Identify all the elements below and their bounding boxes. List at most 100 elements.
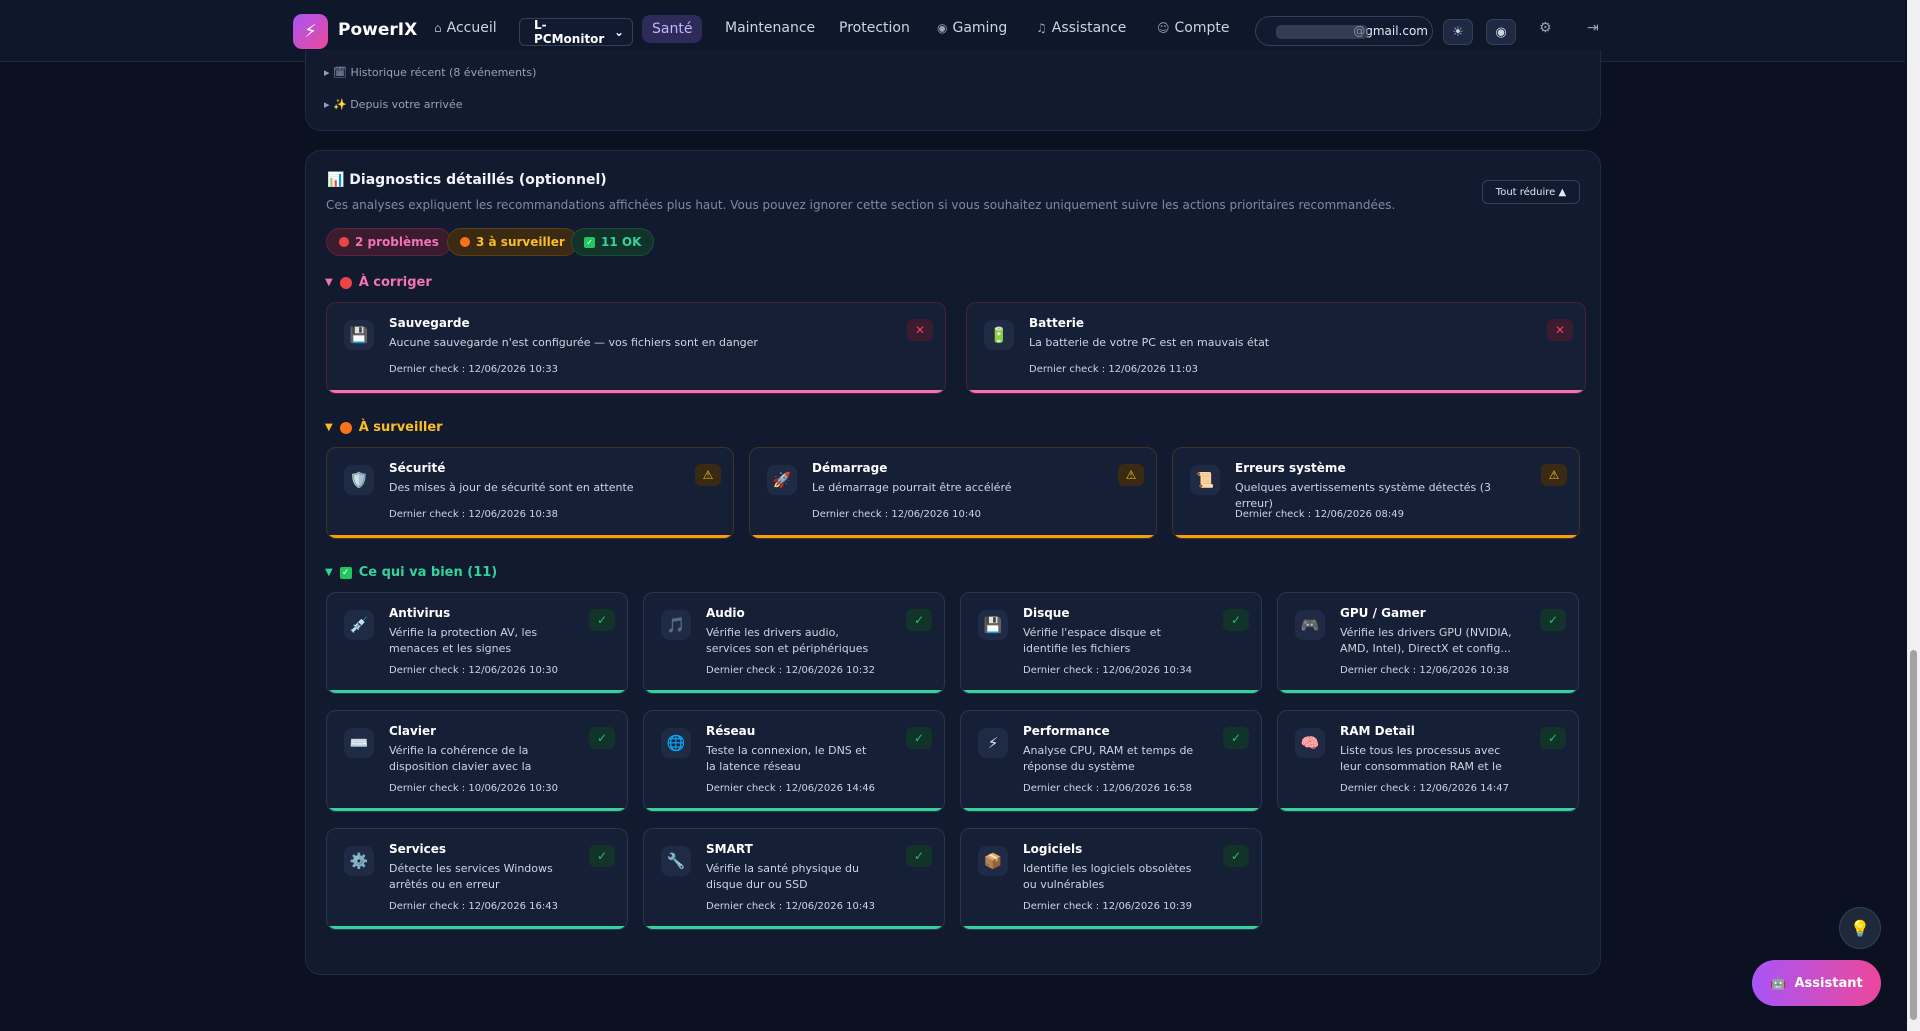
caret-down-icon: ▼ (325, 277, 333, 288)
nav-assistance[interactable]: ♫ Assistance (1036, 20, 1126, 36)
diagnostics-title: 📊 Diagnostics détaillés (optionnel) (327, 172, 607, 188)
nav-sante[interactable]: Santé (642, 15, 703, 43)
card-title: Démarrage (812, 461, 888, 475)
eye-icon[interactable]: ◉ (1486, 19, 1516, 45)
ok-card[interactable]: 🎮 GPU / Gamer Vérifie les drivers GPU (NVI… (1277, 592, 1579, 694)
nav-protection[interactable]: Protection (839, 20, 910, 36)
section-watch-header[interactable]: ▼ À surveiller (325, 420, 443, 435)
card-last-check: Dernier check : 12/06/2026 16:58 (1023, 783, 1192, 794)
card-icon: ⚙️ (344, 846, 374, 876)
assistant-button[interactable]: 🤖 Assistant (1752, 960, 1881, 1006)
warning-icon[interactable]: ⚠ (1541, 464, 1567, 486)
ok-card[interactable]: ⌨️ Clavier Vérifie la cohérence de la disp… (326, 710, 628, 812)
watch-pill[interactable]: 3 à surveiller (447, 228, 578, 256)
check-icon[interactable]: ✓ (589, 845, 615, 867)
watch-card[interactable]: 📜 Erreurs système Quelques avertissements … (1172, 447, 1580, 539)
collapse-all-button[interactable]: Tout réduire ▲ (1482, 180, 1580, 204)
check-icon[interactable]: ✓ (906, 845, 932, 867)
card-last-check: Dernier check : 10/06/2026 10:30 (389, 783, 558, 794)
problems-pill[interactable]: 2 problèmes (326, 228, 452, 256)
ok-card[interactable]: 📦 Logiciels Identifie les logiciels obsolè… (960, 828, 1262, 930)
ok-card[interactable]: 🎵 Audio Vérifie les drivers audio, service… (643, 592, 945, 694)
card-last-check: Dernier check : 12/06/2026 14:47 (1340, 783, 1509, 794)
theme-toggle-sun-icon[interactable]: ☀ (1443, 19, 1473, 45)
ok-card[interactable]: ⚙️ Services Détecte les services Windows a… (326, 828, 628, 930)
ok-card[interactable]: 🧠 RAM Detail Liste tous les processus avec… (1277, 710, 1579, 812)
logout-icon[interactable]: ⇥ (1587, 20, 1599, 36)
pill-label: 3 à surveiller (476, 235, 565, 249)
card-description: Liste tous les processus avec leur conso… (1340, 744, 1502, 777)
brand-name[interactable]: PowerIX (338, 20, 417, 40)
ok-card[interactable]: 💉 Antivirus Vérifie la protection AV, les … (326, 592, 628, 694)
check-icon[interactable]: ✓ (1540, 727, 1566, 749)
watch-card[interactable]: 🚀 Démarrage Le démarrage pourrait être acc… (749, 447, 1157, 539)
section-ok-header[interactable]: ▼ ✓ Ce qui va bien (11) (325, 565, 497, 580)
card-icon: 🎮 (1295, 610, 1325, 640)
card-title: Sécurité (389, 461, 446, 475)
nav-gaming[interactable]: ◉ Gaming (937, 20, 1007, 36)
history-panel (305, 50, 1601, 131)
check-icon[interactable]: ✓ (589, 609, 615, 631)
check-icon[interactable]: ✓ (906, 609, 932, 631)
close-icon[interactable]: ✕ (1547, 319, 1573, 341)
card-last-check: Dernier check : 12/06/2026 10:34 (1023, 665, 1192, 676)
card-description: Vérifie l'espace disque et identifie les… (1023, 626, 1161, 659)
section-label: À corriger (358, 275, 432, 290)
card-icon: 📜 (1190, 465, 1220, 495)
status-bar (644, 690, 944, 693)
check-icon[interactable]: ✓ (1223, 727, 1249, 749)
card-icon: 💾 (344, 320, 374, 350)
card-last-check: Dernier check : 12/06/2026 11:03 (1029, 364, 1198, 375)
close-icon[interactable]: ✕ (907, 319, 933, 341)
email-redaction (1276, 25, 1368, 39)
ok-pill[interactable]: ✓ 11 OK (571, 228, 655, 256)
warning-icon[interactable]: ⚠ (695, 464, 721, 486)
red-dot-icon (339, 276, 352, 289)
card-last-check: Dernier check : 12/06/2026 10:38 (389, 509, 558, 520)
device-select[interactable]: L-PCMonitor ⌄ (519, 18, 633, 46)
check-icon[interactable]: ✓ (1223, 609, 1249, 631)
red-dot-icon (339, 237, 349, 247)
check-icon[interactable]: ✓ (1223, 845, 1249, 867)
ok-card[interactable]: 🔧 SMART Vérifie la santé physique du disqu… (643, 828, 945, 930)
nav-compte[interactable]: ☺ Compte (1157, 20, 1229, 36)
card-title: Erreurs système (1235, 461, 1346, 475)
card-last-check: Dernier check : 12/06/2026 10:33 (389, 364, 558, 375)
ok-card[interactable]: 🌐 Réseau Teste la connexion, le DNS et la … (643, 710, 945, 812)
warning-icon[interactable]: ⚠ (1118, 464, 1144, 486)
caret-down-icon: ▼ (325, 567, 333, 578)
card-description: Quelques avertissements système détectés… (1235, 481, 1492, 510)
ok-card[interactable]: ⚡ Performance Analyse CPU, RAM et temps de… (960, 710, 1262, 812)
card-description: Vérifie les drivers GPU (NVIDIA, AMD, In… (1340, 626, 1512, 655)
account-email[interactable]: @gmail.com (1255, 16, 1433, 46)
check-icon[interactable]: ✓ (906, 727, 932, 749)
status-bar (967, 390, 1585, 393)
pill-label: 2 problèmes (355, 235, 439, 249)
bolt-logo-icon[interactable]: ⚡ (293, 14, 328, 49)
fix-card[interactable]: 💾 Sauvegarde Aucune sauvegarde n'est confi… (326, 302, 946, 394)
status-bar (327, 390, 945, 393)
card-title: SMART (706, 842, 753, 856)
card-description: Vérifie la santé physique du disque dur … (706, 862, 859, 891)
pill-label: 11 OK (601, 235, 642, 249)
scrollbar-thumb[interactable] (1910, 650, 1917, 1020)
section-fix-header[interactable]: ▼ À corriger (325, 275, 432, 290)
card-last-check: Dernier check : 12/06/2026 14:46 (706, 783, 875, 794)
ok-card[interactable]: 💾 Disque Vérifie l'espace disque et identi… (960, 592, 1262, 694)
nav-maintenance[interactable]: Maintenance (725, 20, 815, 36)
check-icon[interactable]: ✓ (589, 727, 615, 749)
status-bar (327, 926, 627, 929)
status-bar (961, 926, 1261, 929)
gear-icon[interactable]: ⚙ (1539, 20, 1552, 36)
watch-card[interactable]: 🛡️ Sécurité Des mises à jour de sécurité s… (326, 447, 734, 539)
fix-card[interactable]: 🔋 Batterie La batterie de votre PC est en … (966, 302, 1586, 394)
check-icon[interactable]: ✓ (1540, 609, 1566, 631)
card-last-check: Dernier check : 12/06/2026 10:43 (706, 901, 875, 912)
card-description: Vérifie les drivers audio, services son … (706, 626, 869, 655)
status-bar (327, 808, 627, 811)
since-arrival-toggle[interactable]: ▸ ✨ Depuis votre arrivée (324, 98, 462, 111)
history-recent-toggle[interactable]: ▸ 🗓 Historique récent (8 événements) (324, 66, 536, 79)
card-icon: 🧠 (1295, 728, 1325, 758)
nav-accueil[interactable]: ⌂ Accueil (434, 20, 497, 36)
lightbulb-icon[interactable]: 💡 (1839, 907, 1881, 949)
